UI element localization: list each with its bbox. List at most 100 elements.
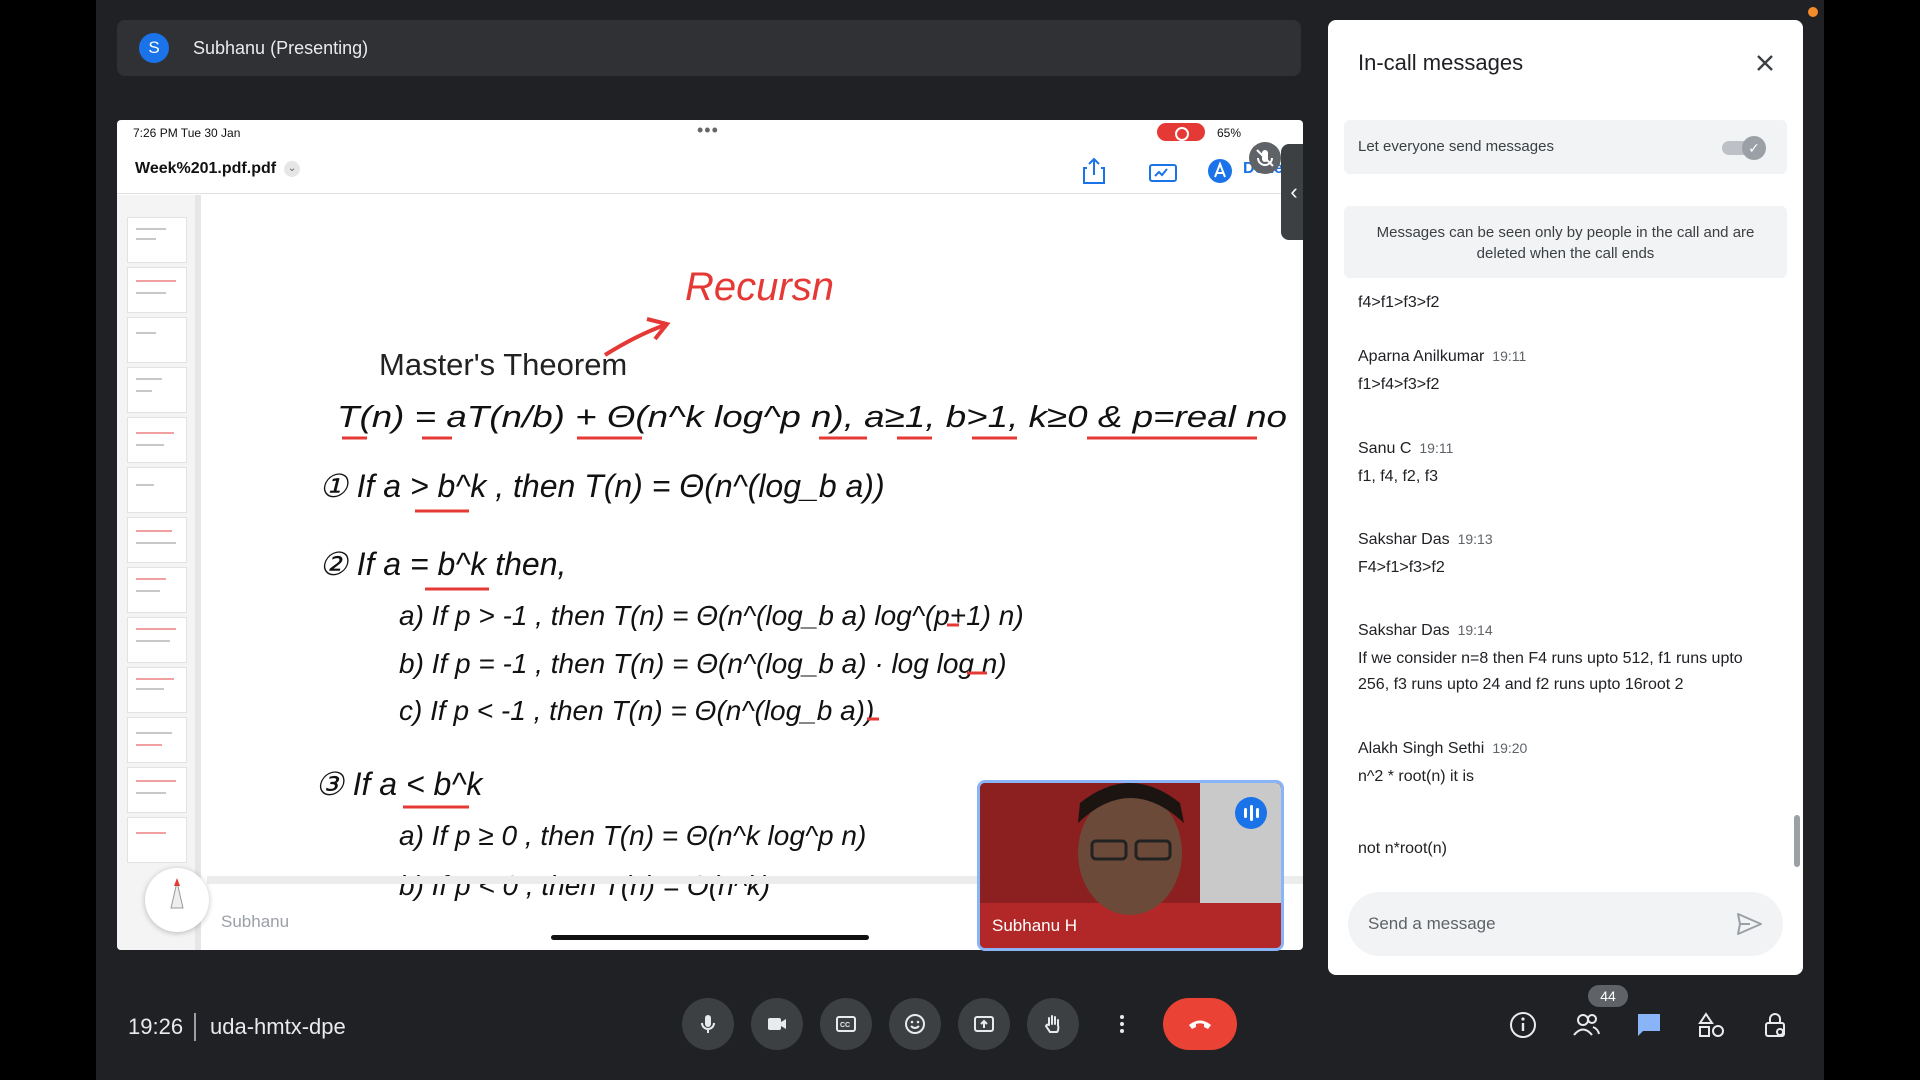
pencil-tool-icon[interactable]: [1203, 156, 1237, 186]
message-time: 19:11: [1419, 440, 1454, 456]
message-list: f4>f1>f3>f2 Aparna Anilkumar 19:11 f1>f4>…: [1358, 290, 1778, 880]
presenting-banner: S Subhanu (Presenting): [117, 20, 1301, 76]
message-item: Aparna Anilkumar 19:11 f1>f4>f3>f2: [1358, 348, 1778, 398]
check-icon: ✓: [1742, 136, 1766, 160]
permission-label: Let everyone send messages: [1358, 138, 1554, 155]
message-item: Alakh Singh Sethi 19:20 n^2 * root(n) it …: [1358, 740, 1778, 790]
ipad-status-bar: 7:26 PM Tue 30 Jan ••• 65%: [117, 120, 1303, 144]
captions-icon: CC: [836, 1016, 856, 1032]
message-item: not n*root(n): [1358, 836, 1778, 862]
message-item: f4>f1>f3>f2: [1358, 290, 1778, 316]
page-thumbnail[interactable]: [127, 517, 187, 563]
end-call-icon: [1189, 1020, 1211, 1029]
mic-icon: [701, 1015, 715, 1033]
apple-pencil-icon[interactable]: [145, 868, 209, 932]
chat-icon: [1638, 1014, 1660, 1036]
raise-hand-button[interactable]: [1027, 998, 1079, 1050]
message-item: Sanu C 19:11 f1, f4, f2, f3: [1358, 440, 1778, 490]
page-thumbnail[interactable]: [127, 667, 187, 713]
share-icon[interactable]: [1077, 156, 1111, 186]
chat-panel-title: In-call messages: [1358, 50, 1524, 75]
participant-name: Subhanu H: [992, 916, 1078, 935]
page-thumbnail[interactable]: [127, 367, 187, 413]
page-thumbnail[interactable]: [127, 567, 187, 613]
permission-toggle[interactable]: ✓: [1722, 136, 1768, 160]
chevron-down-icon[interactable]: ⌄: [284, 160, 301, 177]
mic-button[interactable]: [682, 998, 734, 1050]
meeting-info-button[interactable]: [1508, 1010, 1538, 1040]
message-sender: Aparna Anilkumar: [1358, 348, 1485, 365]
close-icon[interactable]: [1750, 48, 1780, 78]
page-thumbnail[interactable]: [127, 267, 187, 313]
page-thumbnail[interactable]: [127, 717, 187, 763]
activities-button[interactable]: [1697, 1010, 1727, 1040]
page-thumbnail[interactable]: [127, 767, 187, 813]
message-time: 19:11: [1492, 348, 1527, 364]
recursion-annotation: Recursn: [685, 265, 834, 309]
chat-notice: Messages can be seen only by people in t…: [1344, 206, 1787, 278]
chat-button[interactable]: [1634, 1010, 1664, 1040]
battery-level: 65%: [1217, 126, 1242, 140]
present-button[interactable]: [958, 998, 1010, 1050]
presenter-name-label: Subhanu: [221, 912, 290, 931]
case-2: ② If a = b^k then,: [319, 546, 566, 582]
message-sender: Alakh Singh Sethi: [1358, 740, 1485, 757]
message-text: f1>f4>f3>f2: [1358, 376, 1440, 393]
end-call-button[interactable]: [1163, 998, 1237, 1050]
markup-icon[interactable]: [1147, 156, 1181, 186]
send-icon[interactable]: [1734, 909, 1764, 939]
message-time: 19:20: [1492, 740, 1528, 756]
participant-tile[interactable]: Subhanu H: [977, 780, 1284, 951]
case-3: ③ If a < b^k: [315, 766, 484, 802]
mic-muted-icon: [1249, 142, 1281, 174]
info-icon: [1510, 1012, 1536, 1038]
page-thumbnail[interactable]: [127, 467, 187, 513]
present-icon: [974, 1016, 994, 1032]
case-3a: a) If p ≥ 0 , then T(n) = Θ(n^k log^p n): [399, 820, 866, 851]
activities-icon: [1698, 1012, 1724, 1037]
people-icon: [1573, 1014, 1600, 1036]
case-1: ① If a > b^k , then T(n) = Θ(n^(log_b a)…: [319, 468, 885, 504]
ipad-time: 7:26 PM Tue 30 Jan: [133, 126, 241, 140]
message-sender: Sakshar Das: [1358, 531, 1450, 548]
case-2b: b) If p = -1 , then T(n) = Θ(n^(log_b a)…: [399, 648, 1007, 679]
file-name[interactable]: Week%201.pdf.pdf ⌄: [135, 160, 301, 178]
message-text: F4>f1>f3>f2: [1358, 559, 1445, 576]
more-options-button[interactable]: [1096, 998, 1148, 1050]
theorem-title: Master's Theorem: [379, 347, 627, 382]
page-thumbnail[interactable]: [127, 217, 187, 263]
audio-level-icon: [1235, 797, 1267, 829]
message-sender: Sakshar Das: [1358, 622, 1450, 639]
message-text: not n*root(n): [1358, 840, 1447, 857]
message-sender: Sanu C: [1358, 440, 1412, 457]
meeting-clock: 19:26: [128, 1014, 184, 1039]
message-text: If we consider n=8 then F4 runs upto 512…: [1358, 650, 1743, 693]
participant-count-badge: 44: [1588, 985, 1628, 1007]
message-time: 19:13: [1457, 531, 1493, 547]
captions-button[interactable]: CC: [820, 998, 872, 1050]
case-2a: a) If p > -1 , then T(n) = Θ(n^(log_b a)…: [399, 600, 1024, 631]
message-composer: [1348, 892, 1783, 956]
svg-text:CC: CC: [840, 1022, 850, 1029]
chat-scrollbar[interactable]: [1794, 815, 1800, 867]
recurrence-formula: T(n) = aT(n/b) + Θ(n^k log^p n), a≥1, b>…: [337, 399, 1287, 434]
screen-record-icon: [1157, 123, 1205, 141]
page-thumbnail[interactable]: [127, 417, 187, 463]
case-3b: b) If p < 0 , then T(n) = O(n^k): [399, 870, 770, 901]
page-thumbnail[interactable]: [127, 317, 187, 363]
home-indicator: [551, 935, 869, 940]
page-thumbnail[interactable]: [127, 817, 187, 863]
separator: [194, 1013, 196, 1041]
pdf-toolbar: Week%201.pdf.pdf⌄ Done: [117, 146, 1303, 194]
people-button[interactable]: [1571, 1010, 1601, 1040]
chat-panel: In-call messages Let everyone send messa…: [1328, 20, 1803, 975]
message-input[interactable]: [1368, 910, 1708, 938]
camera-button[interactable]: [751, 998, 803, 1050]
message-text: f4>f1>f3>f2: [1358, 294, 1440, 311]
emoji-button[interactable]: [889, 998, 941, 1050]
message-permission-row: Let everyone send messages ✓: [1344, 120, 1787, 174]
notification-dot: [1808, 7, 1818, 17]
page-thumbnail[interactable]: [127, 617, 187, 663]
file-name-label: Week%201.pdf.pdf: [135, 160, 277, 177]
host-controls-button[interactable]: [1760, 1010, 1790, 1040]
